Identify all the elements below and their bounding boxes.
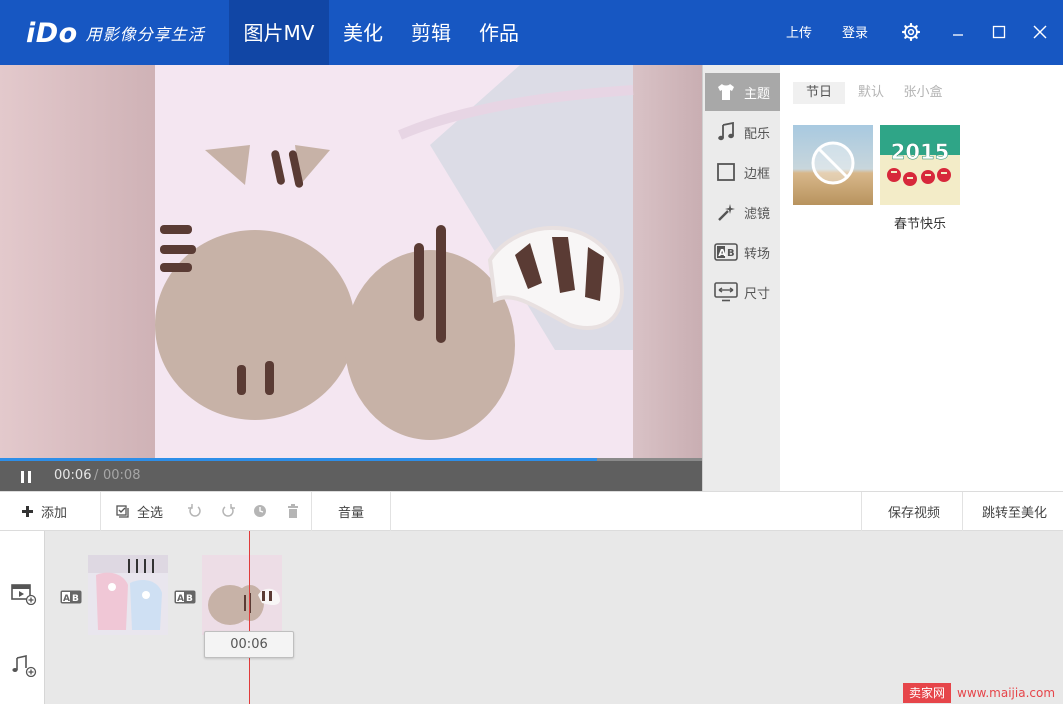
theme-panel: 节日 默认 张小盒 2015 春节快乐 bbox=[780, 65, 1063, 491]
site-watermark: 卖家网 www.maijia.com bbox=[903, 681, 1055, 704]
svg-text:B: B bbox=[72, 594, 79, 604]
magic-wand-icon bbox=[714, 201, 738, 223]
playhead-time-tooltip: 00:06 bbox=[204, 631, 294, 658]
side-tab-transition[interactable]: AB 转场 bbox=[705, 233, 780, 271]
timeline-playhead[interactable] bbox=[249, 531, 250, 704]
side-tab-label: 滤镜 bbox=[744, 206, 771, 222]
side-tab-size[interactable]: 尺寸 bbox=[705, 273, 780, 311]
toolbar-divider bbox=[962, 492, 963, 531]
toolbar-divider bbox=[861, 492, 862, 531]
watermark-brand: 卖家网 bbox=[903, 682, 952, 703]
select-all-icon bbox=[116, 505, 129, 518]
add-label: 添加 bbox=[41, 506, 68, 521]
maximize-icon[interactable] bbox=[987, 20, 1011, 44]
tshirt-icon bbox=[714, 81, 738, 103]
svg-text:A: A bbox=[63, 594, 70, 604]
tab-beautify[interactable]: 美化 bbox=[329, 0, 397, 65]
select-all-label: 全选 bbox=[137, 506, 164, 521]
redo-icon[interactable] bbox=[220, 503, 236, 519]
login-link[interactable]: 登录 bbox=[842, 0, 868, 65]
resize-screen-icon bbox=[714, 281, 738, 303]
theme-thumb-year: 2015 bbox=[891, 140, 949, 164]
side-tab-bar: 主题 配乐 边框 滤镜 AB 转场 尺寸 bbox=[702, 65, 780, 491]
side-tab-theme[interactable]: 主题 bbox=[705, 73, 780, 111]
logo-mark: iDo bbox=[26, 17, 78, 49]
close-icon[interactable] bbox=[1028, 20, 1052, 44]
select-all-button[interactable]: 全选 bbox=[116, 492, 163, 531]
transition-ab-icon: AB bbox=[714, 241, 738, 263]
side-tab-label: 尺寸 bbox=[744, 286, 771, 302]
top-bar: iDo 用影像分享生活 图片MV 美化 剪辑 作品 上传 登录 bbox=[0, 0, 1063, 65]
logo-slogan: 用影像分享生活 bbox=[85, 25, 205, 44]
save-video-button[interactable]: 保存视频 bbox=[888, 492, 940, 531]
toolbar-divider bbox=[100, 492, 101, 531]
app-logo: iDo 用影像分享生活 bbox=[26, 13, 205, 53]
watermark-url: www.maijia.com bbox=[957, 685, 1056, 700]
player-controls: 00:06 / 00:08 bbox=[0, 461, 702, 491]
subtab-festival[interactable]: 节日 bbox=[793, 82, 845, 104]
toolbar-divider bbox=[311, 492, 312, 531]
side-tab-music[interactable]: 配乐 bbox=[705, 113, 780, 151]
subtab-default[interactable]: 默认 bbox=[845, 82, 897, 104]
side-tab-label: 边框 bbox=[744, 166, 771, 182]
frame-icon bbox=[714, 161, 738, 183]
music-note-icon bbox=[714, 121, 738, 143]
track-controls bbox=[0, 531, 45, 704]
timeline-track: AB AB 00:06 bbox=[45, 531, 1063, 704]
svg-text:A: A bbox=[718, 248, 726, 259]
volume-button[interactable]: 音量 bbox=[338, 492, 364, 531]
plus-icon bbox=[22, 506, 33, 517]
minimize-icon[interactable] bbox=[946, 20, 970, 44]
toolbar-divider bbox=[390, 492, 391, 531]
svg-text:B: B bbox=[727, 248, 735, 259]
timeline-clip[interactable] bbox=[202, 555, 282, 635]
side-tab-frame[interactable]: 边框 bbox=[705, 153, 780, 191]
time-separator: / bbox=[94, 468, 99, 483]
side-tab-label: 配乐 bbox=[744, 126, 771, 142]
side-tab-filter[interactable]: 滤镜 bbox=[705, 193, 780, 231]
go-to-beautify-button[interactable]: 跳转至美化 bbox=[982, 492, 1047, 531]
theme-caption: 春节快乐 bbox=[893, 217, 946, 232]
undo-icon[interactable] bbox=[187, 503, 203, 519]
side-tab-label: 主题 bbox=[744, 86, 771, 102]
preview-photo bbox=[0, 65, 702, 460]
subtab-zhangxiaohe[interactable]: 张小盒 bbox=[897, 82, 949, 104]
theme-thumb-none[interactable] bbox=[793, 125, 873, 205]
delete-trash-icon[interactable] bbox=[285, 503, 301, 519]
current-time: 00:06 bbox=[54, 468, 92, 483]
timeline-clip[interactable] bbox=[88, 555, 168, 635]
svg-text:A: A bbox=[177, 594, 184, 604]
timeline-toolbar: 添加 全选 音量 保存视频 跳转至美化 bbox=[0, 491, 1063, 531]
settings-gear-icon[interactable] bbox=[899, 20, 923, 44]
preview-canvas bbox=[0, 65, 702, 460]
transition-ab-icon[interactable]: AB bbox=[60, 589, 82, 604]
tab-works[interactable]: 作品 bbox=[465, 0, 533, 65]
pause-icon[interactable] bbox=[18, 469, 34, 483]
theme-thumb-spring-festival[interactable]: 2015 bbox=[880, 125, 960, 205]
add-video-track-icon[interactable] bbox=[11, 583, 37, 609]
tab-picture-mv[interactable]: 图片MV bbox=[229, 0, 329, 65]
clock-duration-icon[interactable] bbox=[252, 503, 268, 519]
add-music-track-icon[interactable] bbox=[11, 655, 37, 681]
total-time: 00:08 bbox=[103, 468, 141, 483]
add-button[interactable]: 添加 bbox=[22, 492, 67, 531]
side-tab-label: 转场 bbox=[744, 246, 771, 262]
upload-link[interactable]: 上传 bbox=[786, 0, 812, 65]
tab-edit[interactable]: 剪辑 bbox=[397, 0, 465, 65]
svg-text:B: B bbox=[186, 594, 193, 604]
transition-ab-icon[interactable]: AB bbox=[174, 589, 196, 604]
